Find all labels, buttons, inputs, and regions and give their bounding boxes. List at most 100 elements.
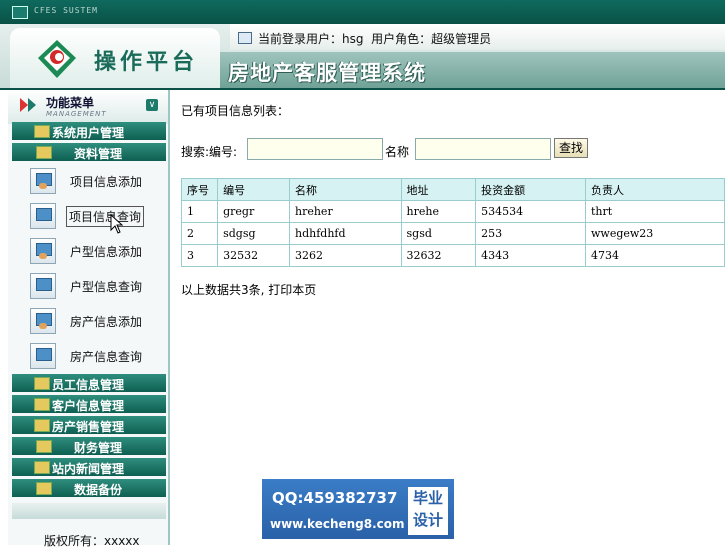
category-finance[interactable]: 财务管理 [12,437,166,455]
table-cell: gregr [217,200,290,223]
table-cell: hrehe [400,200,477,223]
menu-subtitle: MANAGEMENT [46,110,107,118]
sidebar-item-label: 户型信息查询 [70,280,143,294]
category-staff-info[interactable]: 员工信息管理 [12,374,166,392]
table-cell: sgsd [400,222,477,245]
list-form-icon [30,343,56,369]
column-header: 负责人 [584,178,725,201]
logo-text: 操作平台 [94,49,199,75]
sidebar-item-property-add[interactable]: 房产信息添加 [30,308,166,338]
table-cell: 32632 [400,244,477,267]
folder-icon [34,461,50,474]
table-cell: 534534 [475,200,586,223]
folder-icon [36,146,52,159]
table-row: 3 32532 3262 32632 4343 4734 [180,244,725,267]
user-bar: 当前登录用户：hsg 用户角色：超级管理员 [230,24,725,50]
table-cell: 3 [180,244,219,267]
search-code-input[interactable] [247,138,383,160]
category-label: 站内新闻管理 [52,462,125,476]
table-cell: 4343 [475,244,586,267]
folder-icon [34,125,50,138]
watermark-site: www.kecheng8.com [270,517,405,531]
watermark-tag-line1: 毕业 [412,489,443,507]
table-cell: thrt [584,200,725,223]
user-form-icon [30,238,56,264]
table-cell: 253 [475,222,586,245]
user-form-icon [30,168,56,194]
table-row: 2 sdgsg hdhfdhfd sgsd 253 wwegew23 [180,222,725,245]
user-info: 当前登录用户：hsg 用户角色：超级管理员 [258,32,492,46]
menu-title: 功能菜单 [46,96,95,110]
category-site-news[interactable]: 站内新闻管理 [12,458,166,476]
search-name-input[interactable] [415,138,551,160]
column-header: 序号 [180,178,219,201]
category-property-sales[interactable]: 房产销售管理 [12,416,166,434]
table-cell: 2 [180,222,219,245]
list-form-icon [30,203,56,229]
table-cell: 3262 [289,244,402,267]
document-icon [238,32,252,44]
category-customer-info[interactable]: 客户信息管理 [12,395,166,413]
watermark-banner: QQ:459382737 www.kecheng8.com 毕业 设计 [262,479,454,539]
search-code-label: 搜索:编号: [181,145,238,159]
folder-icon [34,419,50,432]
sidebar-footer-bar [12,503,166,519]
sidebar-item-project-query[interactable]: 项目信息查询 [30,203,166,233]
column-header: 编号 [217,178,290,201]
table-cell: 1 [180,200,219,223]
list-form-icon [30,273,56,299]
user-form-icon [30,308,56,334]
copyright: 版权所有：xxxxx [44,534,140,548]
watermark-qq: QQ:459382737 [272,489,398,507]
folder-icon [36,482,52,495]
search-button[interactable]: 查找 [554,138,588,158]
watermark-tag-line2: 设计 [412,511,443,529]
window-icon [12,6,28,19]
sidebar-item-unit-query[interactable]: 户型信息查询 [30,273,166,303]
table-cell: hdhfdhfd [289,222,402,245]
sidebar-item-property-query[interactable]: 房产信息查询 [30,343,166,373]
system-title: 房地产客服管理系统 [228,60,426,85]
folder-icon [34,377,50,390]
table-cell: wwegew23 [584,222,725,245]
sidebar-item-unit-add[interactable]: 户型信息添加 [30,238,166,268]
sidebar-item-label: 项目信息添加 [70,175,143,189]
menu-arrows-icon [20,98,36,112]
table-cell: 32532 [217,244,290,267]
mouse-cursor-icon [110,214,124,234]
collapse-chevron-icon[interactable]: ∨ [146,99,158,111]
sidebar-item-label: 房产信息查询 [70,350,143,364]
sidebar-item-label: 户型信息添加 [70,245,143,259]
table-cell: 4734 [584,244,725,267]
table-row: 1 gregr hreher hrehe 534534 thrt [180,200,725,223]
category-label: 系统用户管理 [52,126,125,140]
category-label: 财务管理 [74,441,123,455]
list-title: 已有项目信息列表： [181,104,290,118]
column-header: 地址 [400,178,477,201]
sidebar-item-label: 房产信息添加 [70,315,143,329]
category-data-management[interactable]: 资料管理 [12,143,166,161]
category-label: 数据备份 [74,483,123,497]
category-data-backup[interactable]: 数据备份 [12,479,166,497]
system-title-bar: 房地产客服管理系统 [220,52,725,88]
sidebar-item-project-add[interactable]: 项目信息添加 [30,168,166,198]
window-title: CFES SUSTEM [34,6,98,15]
search-name-label: 名称 [385,145,410,159]
table-cell: hreher [289,200,402,223]
category-label: 员工信息管理 [52,378,125,392]
window-titlebar: CFES SUSTEM [0,0,725,24]
category-label: 资料管理 [74,147,123,161]
watermark-tag: 毕业 设计 [408,487,448,535]
category-system-users[interactable]: 系统用户管理 [12,122,166,140]
folder-icon [34,398,50,411]
summary-text: 以上数据共3条, 打印本页 [181,283,317,297]
project-table: 序号 编号 名称 地址 投资金额 负责人 1 gregr hreher hreh… [180,178,725,267]
sidebar-item-label: 项目信息查询 [66,206,145,227]
folder-icon [36,440,52,453]
table-cell: sdgsg [217,222,290,245]
category-label: 客户信息管理 [52,399,125,413]
table-header-row: 序号 编号 名称 地址 投资金额 负责人 [180,178,725,201]
column-header: 投资金额 [475,178,586,201]
column-header: 名称 [289,178,402,201]
logo-emblem-icon [38,40,76,78]
